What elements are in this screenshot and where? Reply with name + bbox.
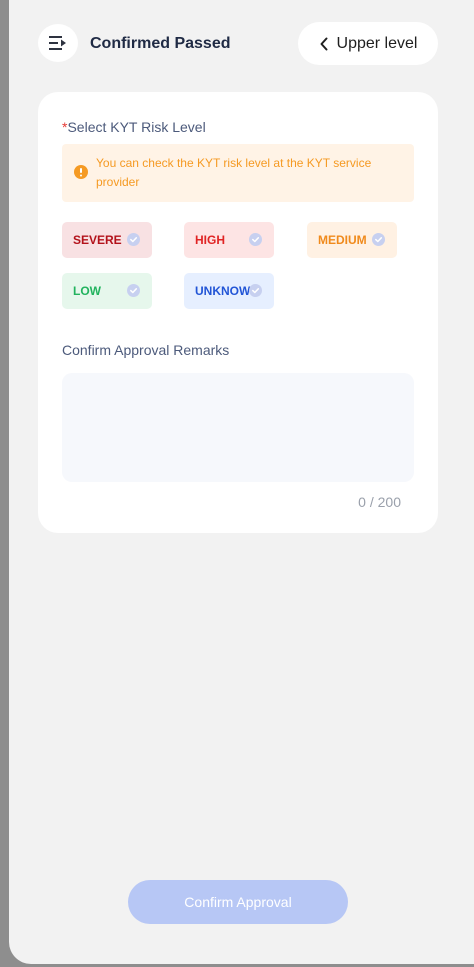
risk-option-label: MEDIUM [318,233,367,247]
chevron-left-icon [320,37,328,50]
approval-form-card: *Select KYT Risk Level You can check the… [38,92,438,533]
check-circle-icon [249,233,262,246]
risk-option-label: UNKNOW [195,284,251,298]
check-circle-icon [127,284,140,297]
risk-option-medium[interactable]: MEDIUM [307,222,397,258]
risk-level-label: *Select KYT Risk Level [62,119,206,135]
risk-option-label: HIGH [195,233,225,247]
risk-option-label: LOW [73,284,101,298]
header: Confirmed Passed Upper level [9,0,474,88]
warning-icon [74,165,88,179]
kyt-notice-text: You can check the KYT risk level at the … [96,156,372,189]
risk-option-high[interactable]: HIGH [184,222,274,258]
remarks-textarea[interactable] [62,373,414,482]
check-circle-icon [127,233,140,246]
upper-level-button[interactable]: Upper level [298,22,438,65]
menu-toggle-button[interactable] [38,24,78,62]
approval-panel: Confirmed Passed Upper level *Select KYT… [9,0,474,964]
risk-option-low[interactable]: LOW [62,273,152,309]
risk-option-label: SEVERE [73,233,122,247]
remarks-label: Confirm Approval Remarks [62,342,230,358]
remarks-char-counter: 0 / 200 [358,494,401,510]
risk-option-unknow[interactable]: UNKNOW [184,273,274,309]
upper-level-label: Upper level [336,34,418,52]
risk-level-label-text: Select KYT Risk Level [67,119,206,135]
check-circle-icon [372,233,385,246]
page-title: Confirmed Passed [90,35,231,52]
collapse-menu-icon [49,36,66,50]
kyt-notice: You can check the KYT risk level at the … [62,144,414,202]
risk-option-severe[interactable]: SEVERE [62,222,152,258]
check-circle-icon [249,284,262,297]
confirm-approval-button[interactable]: Confirm Approval [128,880,348,924]
